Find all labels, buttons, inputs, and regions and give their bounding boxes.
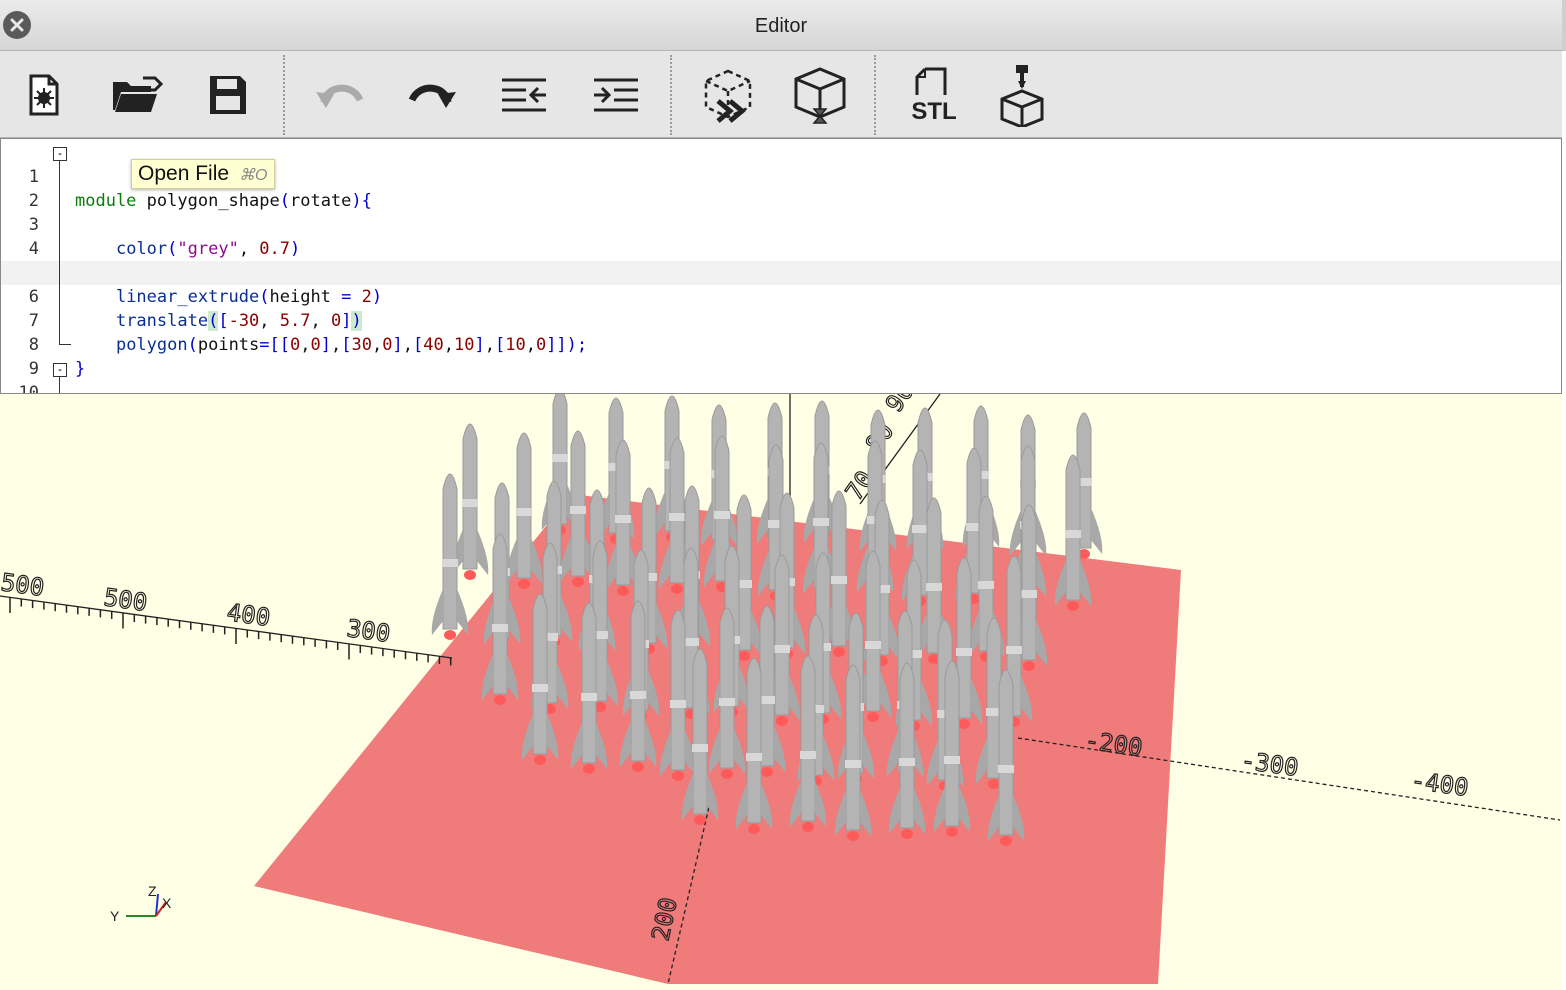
indent-button[interactable]: [584, 63, 648, 127]
render-icon: [794, 67, 846, 124]
fold-toggle[interactable]: -: [53, 363, 67, 377]
z-axis-label: Z: [148, 883, 157, 899]
save-file-button[interactable]: [195, 63, 259, 127]
code-line[interactable]: 5 linear_extrude(height = 2): [1, 237, 1561, 307]
redo-icon: [408, 84, 456, 108]
open-file-button[interactable]: [103, 63, 167, 127]
code-line[interactable]: 8 }: [1, 309, 1561, 379]
axis-label: 500: [0, 568, 46, 602]
undo-button[interactable]: [308, 63, 372, 127]
window-title: Editor: [754, 15, 808, 37]
editor-toolbar: STL: [0, 51, 1562, 138]
render-button[interactable]: [788, 63, 852, 127]
3d-viewport[interactable]: 500 500 400 300 -200 -300 -400 200 90 80…: [0, 394, 1562, 990]
toolbar-separator: [283, 55, 285, 135]
new-file-icon: [29, 74, 59, 116]
redo-button[interactable]: [400, 63, 464, 127]
axis-label: 500: [102, 583, 149, 617]
axis-label: 90: [880, 394, 920, 417]
axis-label: -400: [1409, 766, 1470, 802]
fold-line: [59, 161, 60, 345]
fold-line: [59, 377, 60, 393]
code-line[interactable]: 9: [1, 333, 1561, 379]
code-line[interactable]: 7 polygon(points=[[0,0],[30,0],[40,10],[…: [1, 285, 1561, 355]
code-line[interactable]: 11: [1, 381, 1561, 393]
svg-text:STL: STL: [911, 98, 956, 125]
code-line-active[interactable]: 6 translate([-30, 5.7, 0]): [1, 261, 1561, 331]
code-line[interactable]: 10 module body(){: [1, 357, 1561, 393]
fold-line-end: [59, 344, 71, 345]
toolbar-separator: [874, 55, 876, 135]
y-axis-label: Y: [110, 908, 120, 924]
new-file-button[interactable]: [12, 63, 76, 127]
export-stl-button[interactable]: STL: [898, 63, 970, 127]
code-line[interactable]: 4 rotate([90, 90, rotate]): [1, 213, 1561, 283]
toolbar-separator: [670, 55, 672, 135]
axis-label: 400: [225, 598, 272, 632]
save-icon: [210, 76, 246, 114]
preview-icon: [704, 69, 752, 123]
title-bar: Editor: [0, 0, 1566, 51]
unindent-icon: [502, 78, 546, 112]
orientation-axes-gizmo: Z Y X: [110, 883, 172, 924]
preview-button[interactable]: [696, 63, 760, 127]
3d-scene: 500 500 400 300 -200 -300 -400 200 90 80…: [0, 394, 1561, 985]
rocket-model: [505, 432, 543, 589]
tooltip-shortcut: ⌘O: [239, 167, 268, 184]
open-file-tooltip: Open File ⌘O: [131, 159, 275, 189]
indent-icon: [594, 78, 638, 112]
x-axis-label: X: [162, 895, 172, 911]
send-to-print-button[interactable]: [990, 63, 1054, 127]
unindent-button[interactable]: [492, 63, 556, 127]
tooltip-text: Open File: [138, 162, 230, 185]
print-icon: [1000, 65, 1044, 127]
code-line[interactable]: 3 color("grey", 0.7): [1, 189, 1561, 259]
stl-file-icon: STL: [911, 67, 957, 125]
axis-label: 300: [345, 614, 392, 648]
axis-label: -300: [1239, 746, 1300, 782]
undo-icon: [316, 84, 364, 108]
fold-toggle[interactable]: -: [53, 147, 67, 161]
folder-open-icon: [113, 76, 163, 112]
